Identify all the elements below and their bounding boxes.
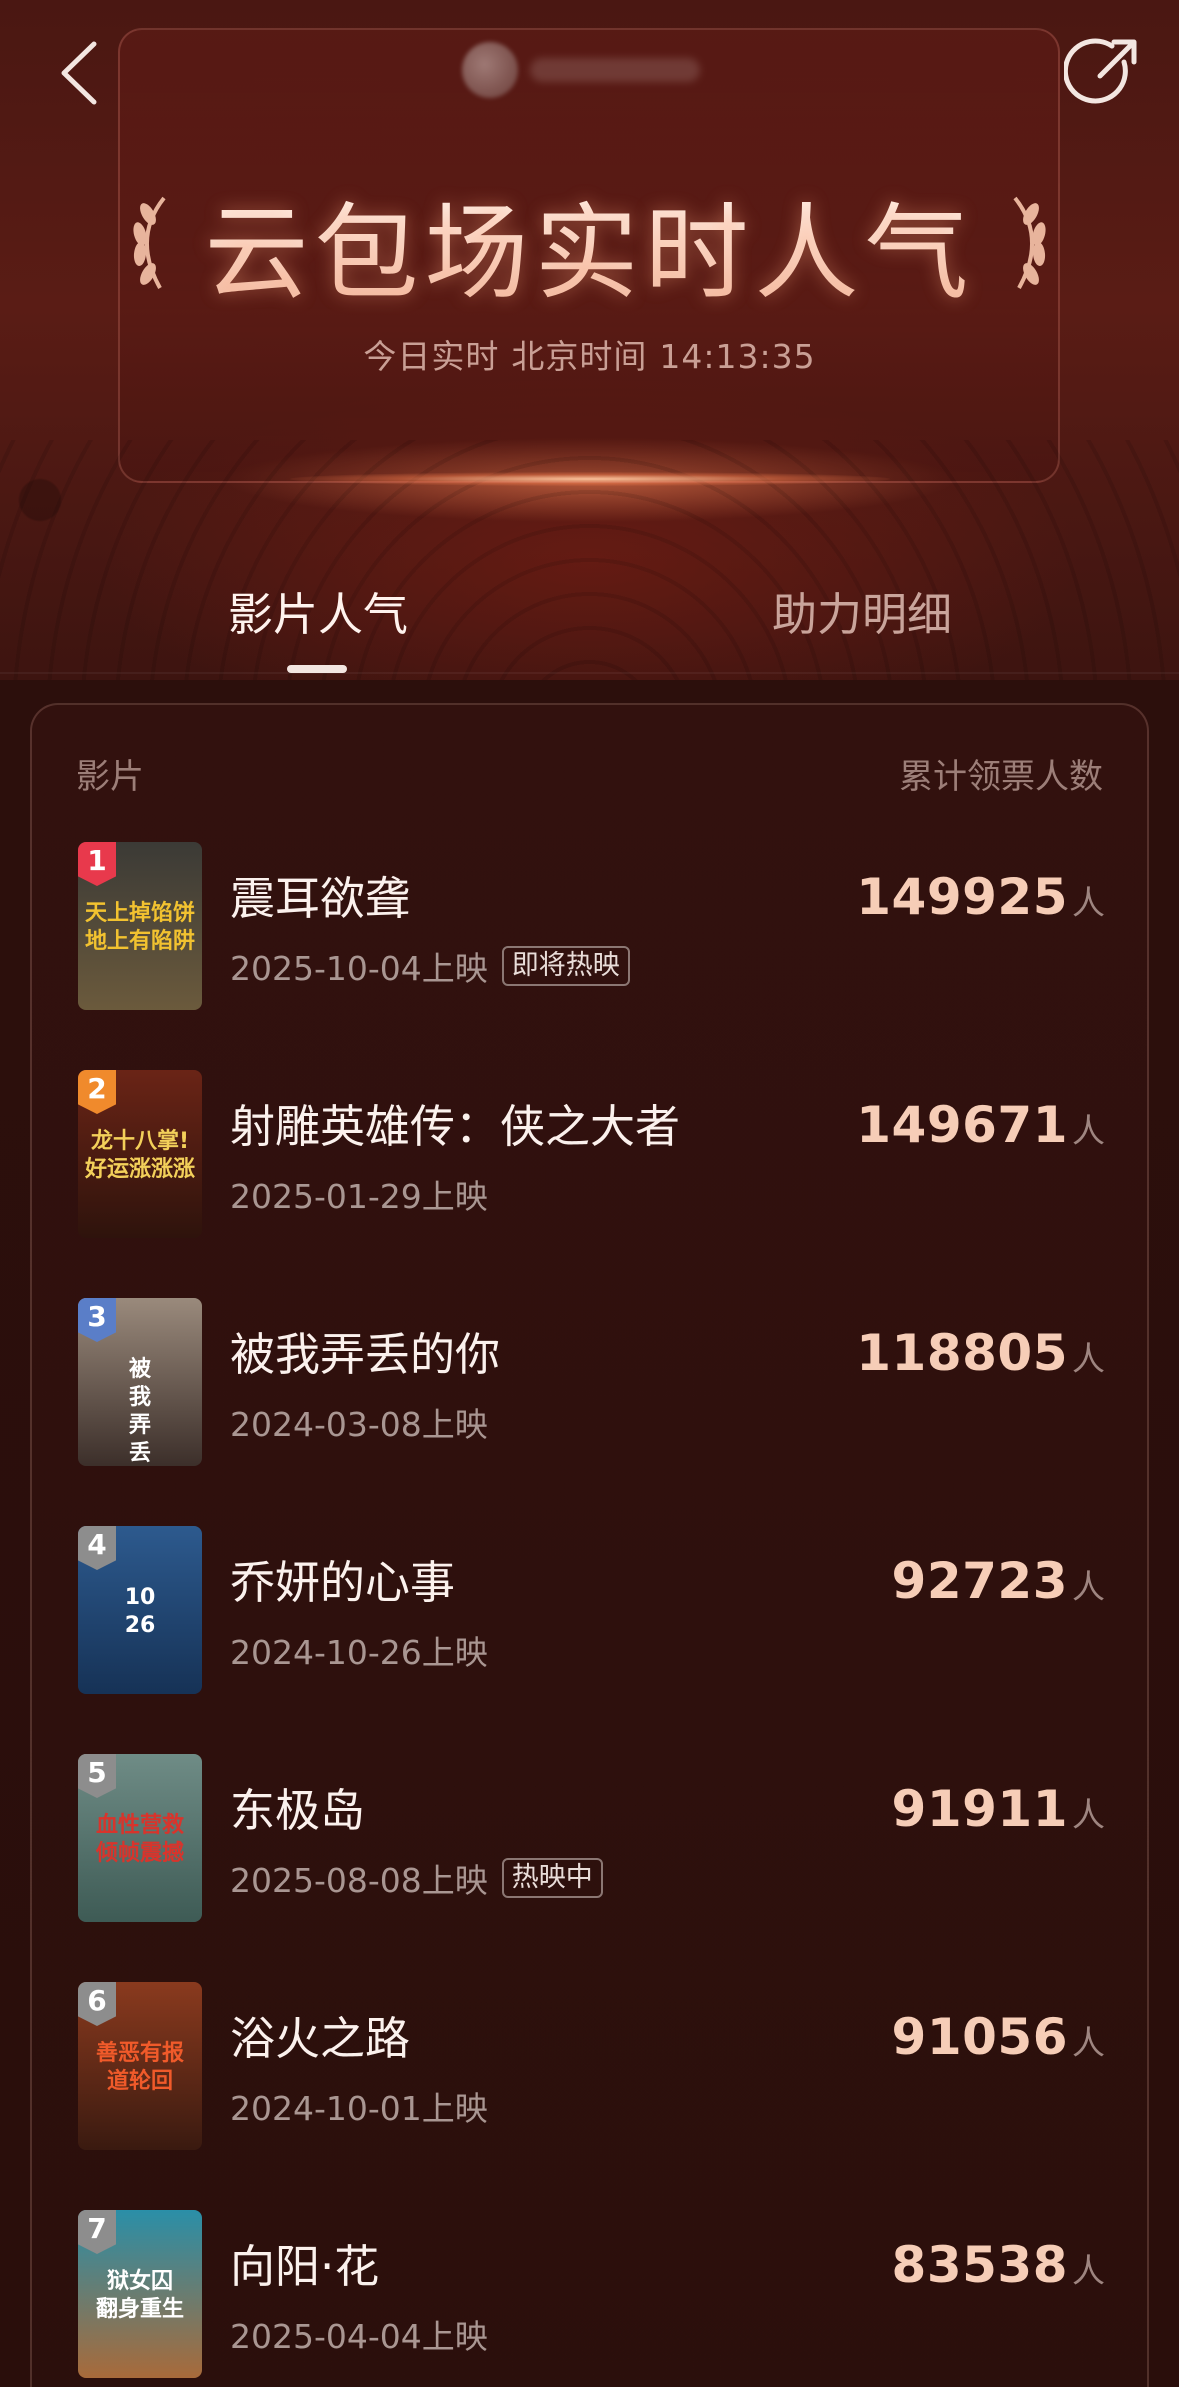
movie-row[interactable]: 善恶有报 道轮回 6 浴火之路 2024-10-01上映 91056 人 <box>32 1982 1151 2152</box>
release-date: 2024-03-08上映 <box>230 1405 488 1444</box>
release-date-row: 2024-10-26上映 <box>230 1626 488 1674</box>
release-date: 2025-08-08上映 <box>230 1861 488 1900</box>
ticket-count-value: 149671 <box>856 1096 1068 1154</box>
ticket-count-value: 91911 <box>891 1780 1068 1838</box>
ticket-count-value: 118805 <box>856 1324 1068 1382</box>
ticket-count-unit: 人 <box>1072 2251 1105 2290</box>
logo-text-blurred <box>530 58 700 82</box>
release-date-row: 2024-03-08上映 <box>230 1398 488 1446</box>
ticket-count: 91056 人 <box>892 2008 1105 2066</box>
release-date: 2025-01-29上映 <box>230 1177 488 1216</box>
movie-title: 东极岛 <box>230 1784 366 1837</box>
ticket-count: 83538 人 <box>892 2236 1105 2294</box>
poster-artwork-text: 被 我 弄 丢 <box>128 1357 151 1466</box>
tab-support-details[interactable]: 助力明细 <box>772 578 952 643</box>
release-date-row: 2025-10-04上映 即将热映 <box>230 942 630 990</box>
ticket-count-unit: 人 <box>1072 1339 1105 1378</box>
poster-artwork-text: 善恶有报 道轮回 <box>95 2041 184 2094</box>
ticket-count-unit: 人 <box>1072 2023 1105 2062</box>
subtitle-time: 14:13:35 <box>659 337 816 376</box>
ticket-count: 118805 人 <box>856 1324 1105 1382</box>
ticket-count: 149671 人 <box>856 1096 1105 1154</box>
release-date: 2025-10-04上映 <box>230 949 488 988</box>
release-date: 2024-10-01上映 <box>230 2089 488 2128</box>
column-header-movie: 影片 <box>76 757 144 797</box>
movie-title: 被我弄丢的你 <box>230 1328 501 1381</box>
ticket-count: 92723 人 <box>892 1552 1105 1610</box>
page-title: 云包场实时人气 <box>182 168 996 319</box>
release-date-row: 2025-08-08上映 热映中 <box>230 1854 603 1902</box>
poster-artwork-text: 龙十八掌! 好运涨涨涨 <box>84 1129 195 1182</box>
poster-artwork-text: 天上掉馅饼 地上有陷阱 <box>84 901 195 954</box>
realtime-subtitle: 今日实时 北京时间 14:13:35 <box>0 330 1179 378</box>
hero-title-row: 云包场实时人气 <box>0 178 1179 314</box>
poster-artwork-text: 狱女囚 翻身重生 <box>95 2269 184 2322</box>
laurel-left-icon <box>133 196 167 289</box>
movie-title: 向阳·花 <box>230 2240 380 2293</box>
tab-bar: 影片人气 助力明细 <box>0 560 1179 673</box>
share-icon <box>1062 38 1137 104</box>
status-badge: 即将热映 <box>501 946 630 986</box>
share-button[interactable] <box>1062 34 1142 112</box>
status-badge: 热映中 <box>501 1858 603 1898</box>
app-logo <box>462 40 712 100</box>
tab-divider <box>0 672 1179 674</box>
back-button[interactable] <box>52 38 112 108</box>
column-header-tickets: 累计领票人数 <box>899 757 1103 797</box>
ticket-count-value: 149925 <box>856 868 1068 926</box>
ticket-count-unit: 人 <box>1072 1795 1105 1834</box>
movie-title: 射雕英雄传：侠之大者 <box>230 1100 681 1153</box>
ticket-count-value: 91056 <box>891 2008 1068 2066</box>
movie-row[interactable]: 天上掉馅饼 地上有陷阱 1 震耳欲聋 2025-10-04上映 即将热映 149925 人 <box>32 842 1151 1012</box>
movie-row[interactable]: 血性营救 倾帧震撼 5 东极岛 2025-08-08上映 热映中 91911 人 <box>32 1754 1151 1924</box>
movie-row[interactable]: 10 26 4 乔妍的心事 2024-10-26上映 92723 人 <box>32 1526 1151 1696</box>
page: 云包场实时人气 今日实时 北京时间 14:13:35 影片人气 助力明细 影片 累计… <box>0 0 1179 2387</box>
ticket-count: 91911 人 <box>892 1780 1105 1838</box>
tab-movie-popularity[interactable]: 影片人气 <box>228 578 408 643</box>
ticket-count-value: 83538 <box>891 2236 1068 2294</box>
subtitle-timezone: 北京时间 <box>511 337 648 376</box>
stage-glow <box>290 472 890 486</box>
movie-title: 浴火之路 <box>230 2012 411 2065</box>
release-date: 2024-10-26上映 <box>230 1633 488 1672</box>
ranking-card: 影片 累计领票人数 天上掉馅饼 地上有陷阱 1 震耳欲聋 2025-10-04上映 即将… <box>30 703 1149 2387</box>
movie-row[interactable]: 狱女囚 翻身重生 7 向阳·花 2025-04-04上映 83538 人 <box>32 2210 1151 2380</box>
ticket-count: 149925 人 <box>856 868 1105 926</box>
laurel-right-icon <box>1012 196 1046 289</box>
release-date: 2025-04-04上映 <box>230 2317 488 2356</box>
movie-title: 乔妍的心事 <box>230 1556 456 1609</box>
movie-row[interactable]: 龙十八掌! 好运涨涨涨 2 射雕英雄传：侠之大者 2025-01-29上映 149671… <box>32 1070 1151 1240</box>
poster-artwork-text: 血性营救 倾帧震撼 <box>95 1813 184 1866</box>
ticket-count-unit: 人 <box>1072 1567 1105 1606</box>
movie-row[interactable]: 被 我 弄 丢 3 被我弄丢的你 2024-03-08上映 118805 人 <box>32 1298 1151 1468</box>
release-date-row: 2024-10-01上映 <box>230 2082 488 2130</box>
logo-icon <box>462 42 518 98</box>
ticket-count-unit: 人 <box>1072 1111 1105 1150</box>
subtitle-label: 今日实时 <box>363 337 500 376</box>
release-date-row: 2025-04-04上映 <box>230 2310 488 2358</box>
poster-artwork-text: 10 26 <box>124 1585 156 1638</box>
ticket-count-value: 92723 <box>891 1552 1068 1610</box>
movie-title: 震耳欲聋 <box>230 872 411 925</box>
chevron-left-icon <box>61 41 97 105</box>
release-date-row: 2025-01-29上映 <box>230 1170 488 1218</box>
ticket-count-unit: 人 <box>1072 883 1105 922</box>
